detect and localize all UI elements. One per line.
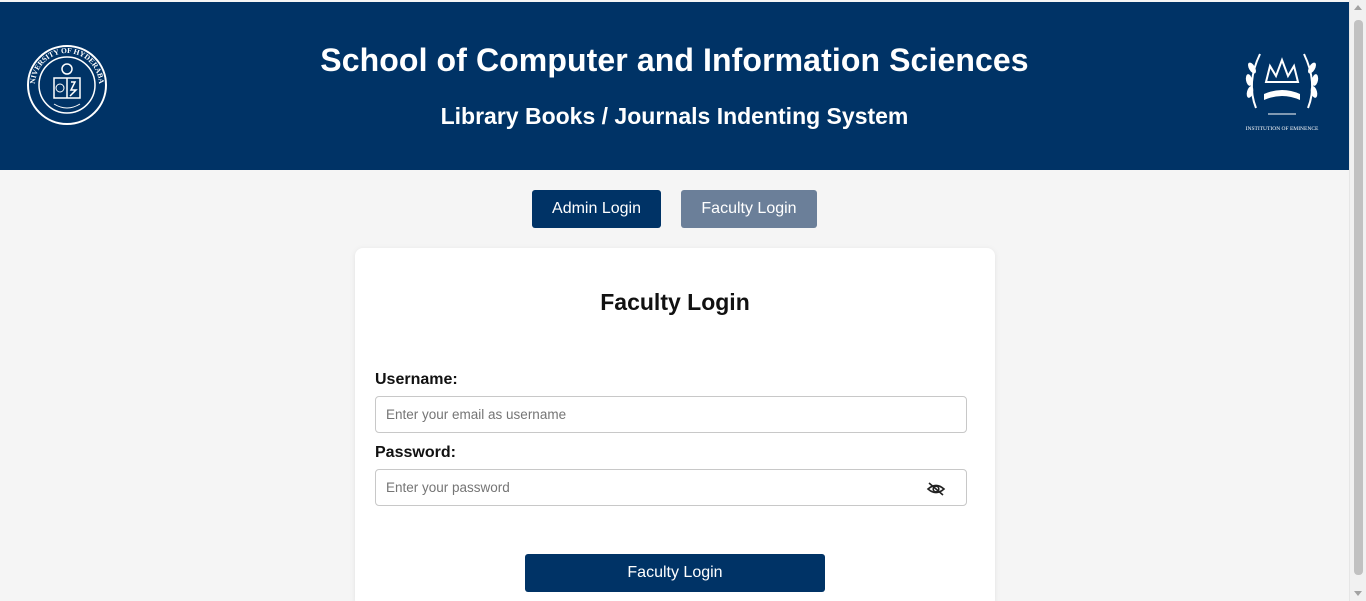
username-label: Username:	[375, 371, 458, 388]
svg-text:INSTITUTION OF EMINENCE: INSTITUTION OF EMINENCE	[1246, 126, 1319, 132]
password-label: Password:	[375, 444, 456, 461]
tab-admin-login[interactable]: Admin Login	[532, 190, 661, 228]
scrollbar-thumb[interactable]	[1354, 20, 1363, 575]
institution-of-eminence-logo: INSTITUTION OF EMINENCE	[1246, 53, 1319, 132]
tab-faculty-login[interactable]: Faculty Login	[681, 190, 817, 228]
password-input[interactable]	[375, 469, 967, 506]
vertical-scrollbar[interactable]	[1349, 0, 1366, 601]
header-subtitle: Library Books / Journals Indenting Syste…	[440, 103, 909, 129]
scroll-down-arrow-icon[interactable]	[1354, 591, 1362, 596]
login-form-title: Faculty Login	[600, 289, 750, 315]
login-card: Faculty Login Username: Password: Facult…	[355, 248, 995, 601]
page: UNIVERSITY OF HYDERABAD School of Comput…	[0, 0, 1366, 601]
username-input[interactable]	[375, 396, 967, 433]
scroll-up-arrow-icon[interactable]	[1354, 5, 1362, 10]
faculty-login-submit-button[interactable]: Faculty Login	[525, 554, 825, 592]
site-header: UNIVERSITY OF HYDERABAD School of Comput…	[0, 2, 1349, 170]
header-title: School of Computer and Information Scien…	[320, 42, 1029, 78]
eye-slash-icon[interactable]	[926, 481, 946, 497]
